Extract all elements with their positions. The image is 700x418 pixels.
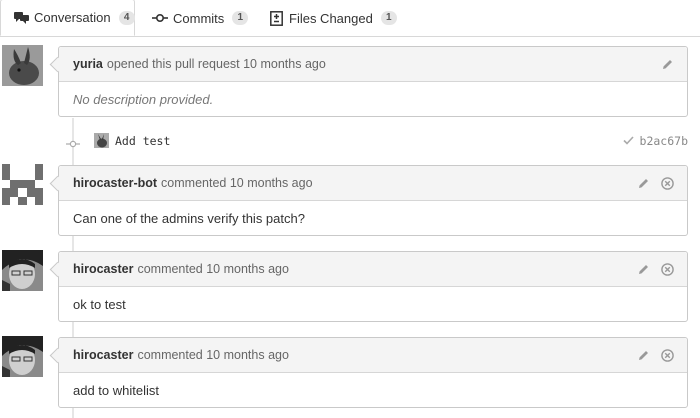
avatar-hirocaster-bot[interactable] (2, 164, 43, 205)
comments-icon (14, 10, 29, 26)
comment-meta: commented 10 months ago (161, 176, 313, 190)
comment-header: hirocaster-bot commented 10 months ago (59, 166, 687, 201)
tab-commits-label: Commits (173, 10, 225, 26)
tab-conversation-count: 4 (118, 10, 135, 25)
comment-body: Can one of the admins verify this patch? (73, 210, 305, 226)
comment-header: hirocaster commented 10 months ago (59, 338, 687, 373)
comment-meta: opened this pull request 10 months ago (106, 57, 326, 71)
check-icon (622, 134, 634, 148)
commit-message[interactable]: Add test (115, 134, 170, 148)
comment-author[interactable]: yuria (73, 57, 103, 71)
comment-body: add to whitelist (73, 382, 159, 398)
comment-author[interactable]: hirocaster (73, 262, 133, 276)
comment-item: hirocaster-bot commented 10 months ago C… (58, 165, 688, 236)
commit-author-avatar[interactable] (94, 133, 109, 148)
comment-author[interactable]: hirocaster (73, 348, 133, 362)
comment-header: yuria opened this pull request 10 months… (59, 47, 687, 82)
tab-files-changed-label: Files Changed (289, 10, 373, 26)
edit-icon[interactable] (635, 261, 651, 277)
commit-sha-link[interactable]: b2ac67b (622, 134, 688, 148)
tab-files-changed-count: 1 (380, 11, 397, 25)
commit-node-icon (66, 136, 80, 154)
delete-icon[interactable] (659, 347, 675, 363)
edit-icon[interactable] (635, 347, 651, 363)
delete-icon[interactable] (659, 261, 675, 277)
comment-item: hirocaster commented 10 months ago add t… (58, 337, 688, 408)
comment-meta: commented 10 months ago (137, 348, 289, 362)
comment-meta: commented 10 months ago (137, 262, 289, 276)
file-diff-icon (268, 10, 284, 26)
comment-header: hirocaster commented 10 months ago (59, 252, 687, 287)
commit-sha: b2ac67b (639, 134, 688, 148)
commit-icon (152, 10, 168, 26)
comment-body: ok to test (73, 296, 126, 312)
comment-item: hirocaster commented 10 months ago ok to… (58, 251, 688, 322)
comment-author[interactable]: hirocaster-bot (73, 176, 157, 190)
tab-files-changed[interactable]: Files Changed 1 (268, 0, 397, 36)
pull-request-tabs: Conversation 4 Commits 1 Files Changed 1 (0, 0, 700, 37)
tab-conversation-label: Conversation (34, 10, 111, 25)
avatar-hirocaster[interactable] (2, 250, 43, 291)
tab-conversation[interactable]: Conversation 4 (0, 0, 135, 36)
commit-row: Add test b2ac67b (62, 130, 692, 152)
edit-icon[interactable] (659, 56, 675, 72)
tab-commits-count: 1 (232, 11, 249, 25)
comment-body: No description provided. (73, 91, 214, 107)
avatar-hirocaster[interactable] (2, 336, 43, 377)
tab-commits[interactable]: Commits 1 (152, 0, 249, 36)
avatar-yuria[interactable] (2, 45, 43, 86)
edit-icon[interactable] (635, 175, 651, 191)
opening-comment: yuria opened this pull request 10 months… (58, 46, 688, 117)
delete-icon[interactable] (659, 175, 675, 191)
